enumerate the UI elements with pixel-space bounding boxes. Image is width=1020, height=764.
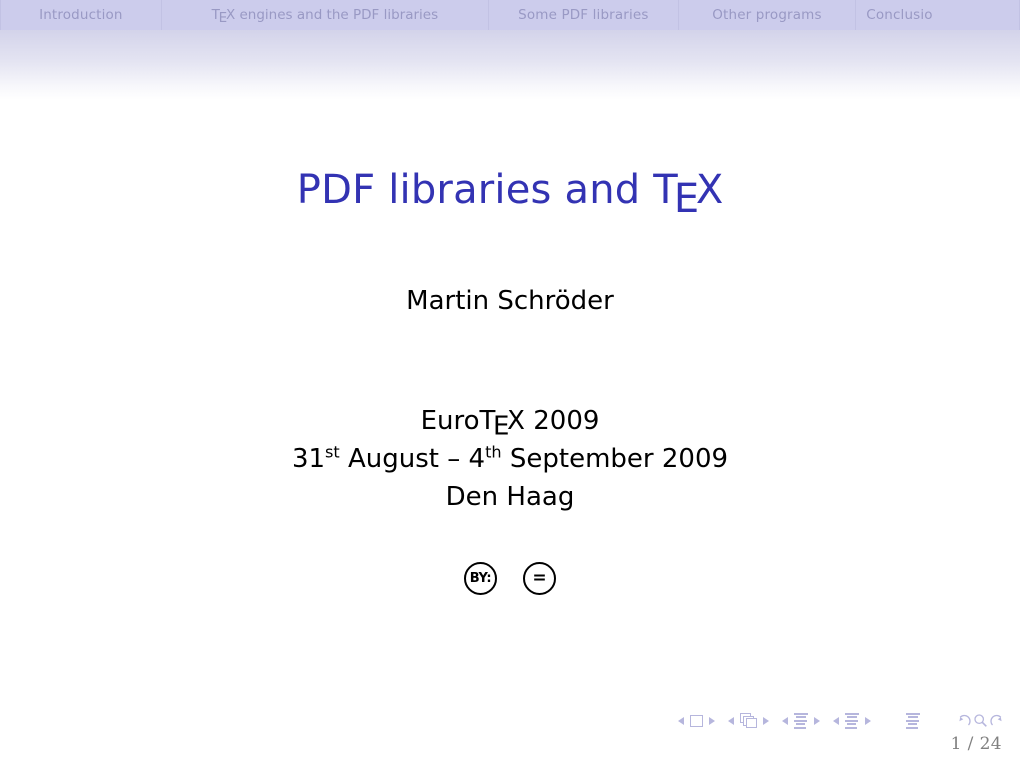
frame-navigation-group [728,713,769,728]
author-block: Martin Schröder [0,286,1020,317]
event-dates: 31st August – 4th September 2009 [291,442,729,475]
previous-frame-icon[interactable] [728,716,734,725]
nav-section-some-pdf-libraries[interactable]: Some PDF libraries [489,0,679,30]
title-block: PDF libraries and TEX [0,167,1020,222]
page-current: 1 [950,734,962,754]
slide-square-icon[interactable] [690,714,703,727]
author-name: Martin Schröder [406,286,614,316]
header-gradient-fade [0,30,1020,100]
page-title: PDF libraries and TEX [296,167,724,222]
nav-section-label: Conclusio [866,7,933,23]
event-location: Den Haag [445,482,575,513]
history-navigation-group [955,713,1006,728]
cc-nd-icon: = [523,562,556,595]
next-subsection-icon[interactable] [814,716,820,725]
subsection-navigation-group [782,713,820,729]
previous-section-icon[interactable] [833,716,839,725]
next-slide-icon[interactable] [709,716,715,725]
page-total: 24 [979,734,1002,754]
page-counter: 1 / 24 [951,734,1002,754]
nav-section-label: Introduction [39,7,123,23]
page-separator: / [967,734,974,754]
previous-slide-icon[interactable] [678,716,684,725]
nav-section-label: TEX engines and the PDF libraries [211,7,439,26]
section-lines-icon[interactable] [845,713,859,729]
conference-name: EuroTEX 2009 [420,406,600,442]
cc-nd-label: = [532,568,547,588]
document-lines-icon[interactable] [906,713,920,729]
back-arrow-icon[interactable] [956,713,971,728]
document-navigation-group [906,713,920,729]
slide-navigation-group [678,714,715,727]
beamer-navigation-bar[interactable] [678,713,1006,729]
section-navigation-bar: Introduction TEX engines and the PDF lib… [0,0,1020,30]
cc-by-label: BY: [469,571,492,586]
forward-arrow-icon[interactable] [990,713,1005,728]
nav-section-label: Some PDF libraries [518,7,649,23]
cc-by-icon: BY: [464,562,497,595]
section-navigation-group [833,713,871,729]
nav-section-tex-engines[interactable]: TEX engines and the PDF libraries [162,0,490,30]
search-icon[interactable] [973,713,988,728]
subsection-lines-icon[interactable] [794,713,808,729]
nav-section-other-programs[interactable]: Other programs [679,0,857,30]
nav-section-conclusion[interactable]: Conclusio [856,0,1020,30]
event-block: EuroTEX 2009 31st August – 4th September… [0,402,1020,517]
license-badges: BY: = [0,562,1020,595]
nav-section-introduction[interactable]: Introduction [0,0,162,30]
nav-section-label: Other programs [712,7,822,23]
frames-stack-icon[interactable] [740,713,757,728]
previous-subsection-icon[interactable] [782,716,788,725]
next-section-icon[interactable] [865,716,871,725]
next-frame-icon[interactable] [763,716,769,725]
